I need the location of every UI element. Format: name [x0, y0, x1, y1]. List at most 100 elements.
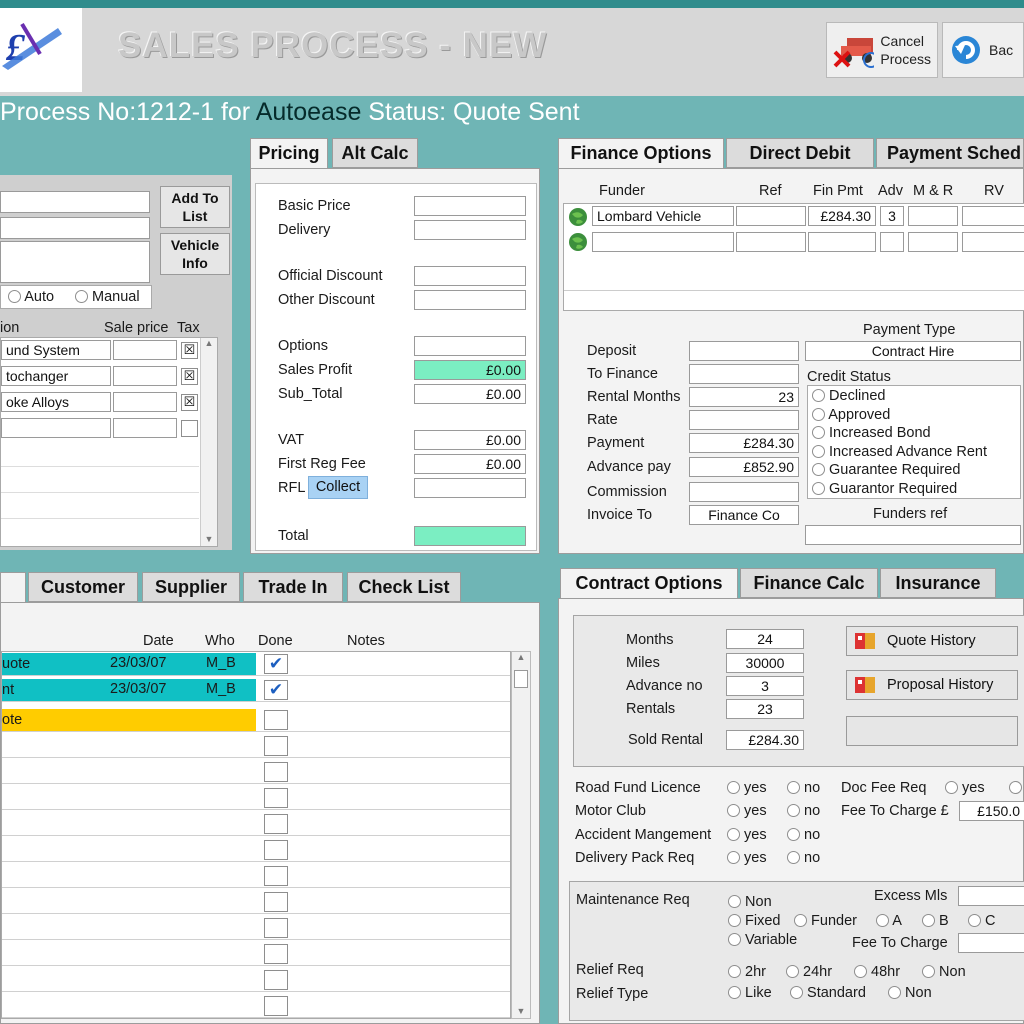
delivery-field[interactable] [414, 220, 526, 240]
credit-increased-advance-rent[interactable]: Increased Advance Rent [812, 444, 987, 460]
payment-type-field[interactable]: Contract Hire [805, 341, 1021, 361]
vehicle-field-3[interactable] [0, 241, 150, 283]
table-row[interactable]: nt 23/03/07 M_B ✔ [2, 678, 510, 702]
add-to-list-button[interactable]: Add To List [160, 186, 230, 228]
tab-alt-calc[interactable]: Alt Calc [332, 138, 418, 168]
relief-type-non-radio[interactable]: Non [888, 985, 932, 1001]
maint-fee-to-charge-field[interactable] [958, 933, 1024, 953]
radio-auto[interactable]: Auto [8, 289, 54, 305]
relief-like-radio[interactable]: Like [728, 985, 772, 1001]
relief-2hr-radio[interactable]: 2hr [728, 964, 766, 980]
task-done-checkbox[interactable] [264, 892, 288, 912]
tab-trade-in[interactable]: Trade In [243, 572, 343, 602]
tab-finance-calc[interactable]: Finance Calc [740, 568, 878, 598]
sold-rental-field[interactable]: £284.30 [726, 730, 804, 750]
motor-club-no-radio[interactable]: no [787, 803, 820, 819]
tab-finance-options[interactable]: Finance Options [558, 138, 724, 168]
rv-field-2[interactable] [962, 232, 1024, 252]
task-done-checkbox[interactable] [264, 762, 288, 782]
fin-pmt-field-2[interactable] [808, 232, 876, 252]
rental-months-field[interactable]: 23 [689, 387, 799, 407]
maint-b-radio[interactable]: B [922, 913, 949, 929]
cancel-process-button[interactable]: Cancel Process [826, 22, 938, 78]
relief-non-radio[interactable]: Non [922, 964, 966, 980]
accident-no-radio[interactable]: no [787, 827, 820, 843]
relief-24hr-radio[interactable]: 24hr [786, 964, 832, 980]
to-finance-field[interactable] [689, 364, 799, 384]
option-tax-checkbox-4[interactable] [181, 420, 198, 437]
rv-field[interactable] [962, 206, 1024, 226]
doc-fee-yes-radio[interactable]: yes [945, 780, 985, 796]
option-tax-checkbox-3[interactable]: ☒ [181, 394, 198, 411]
task-done-checkbox[interactable] [264, 710, 288, 730]
excess-mls-field[interactable] [958, 886, 1024, 906]
credit-guarantee-required[interactable]: Guarantee Required [812, 462, 960, 478]
option-tax-checkbox-2[interactable]: ☒ [181, 368, 198, 385]
maint-non-radio[interactable]: Non [728, 894, 772, 910]
rfl-no-radio[interactable]: no [787, 780, 820, 796]
task-done-checkbox[interactable]: ✔ [264, 680, 288, 700]
tab-payment-schedule[interactable]: Payment Sched [876, 138, 1024, 168]
task-done-checkbox[interactable] [264, 814, 288, 834]
table-row[interactable]: ote [2, 708, 510, 732]
funder-ref-field[interactable] [736, 206, 806, 226]
option-price-3[interactable] [113, 392, 177, 412]
option-price-1[interactable] [113, 340, 177, 360]
fin-pmt-field[interactable]: £284.30 [808, 206, 876, 226]
vehicle-info-button[interactable]: Vehicle Info [160, 233, 230, 275]
task-done-checkbox[interactable]: ✔ [264, 654, 288, 674]
funder-ref-field-2[interactable] [736, 232, 806, 252]
basic-price-field[interactable] [414, 196, 526, 216]
table-row[interactable] [2, 734, 510, 758]
scroll-down-icon[interactable]: ▼ [512, 1006, 530, 1016]
task-done-checkbox[interactable] [264, 918, 288, 938]
tab-active-partial[interactable] [0, 572, 26, 602]
table-row[interactable] [2, 968, 510, 992]
table-row[interactable] [2, 760, 510, 784]
accident-yes-radio[interactable]: yes [727, 827, 767, 843]
sub-total-field[interactable]: £0.00 [414, 384, 526, 404]
table-row[interactable] [2, 942, 510, 966]
option-name-1[interactable]: und System [1, 340, 111, 360]
table-row[interactable] [2, 994, 510, 1018]
tab-direct-debit[interactable]: Direct Debit [726, 138, 874, 168]
table-row[interactable] [2, 864, 510, 888]
rentals-field[interactable]: 23 [726, 699, 804, 719]
vehicle-field-1[interactable] [0, 191, 150, 213]
other-discount-field[interactable] [414, 290, 526, 310]
task-done-checkbox[interactable] [264, 840, 288, 860]
credit-increased-bond[interactable]: Increased Bond [812, 425, 931, 441]
mr-field[interactable] [908, 206, 958, 226]
advance-no-field[interactable]: 3 [726, 676, 804, 696]
task-done-checkbox[interactable] [264, 866, 288, 886]
maint-a-radio[interactable]: A [876, 913, 902, 929]
tab-supplier[interactable]: Supplier [142, 572, 240, 602]
credit-guarantor-required[interactable]: Guarantor Required [812, 481, 957, 497]
tab-pricing[interactable]: Pricing [250, 138, 328, 168]
maint-c-radio[interactable]: C [968, 913, 996, 929]
option-name-2[interactable]: tochanger [1, 366, 111, 386]
option-price-2[interactable] [113, 366, 177, 386]
rate-field[interactable] [689, 410, 799, 430]
payment-field[interactable]: £284.30 [689, 433, 799, 453]
tab-customer[interactable]: Customer [28, 572, 138, 602]
credit-approved[interactable]: Approved [812, 407, 890, 423]
tab-insurance[interactable]: Insurance [880, 568, 996, 598]
option-name-4[interactable] [1, 418, 111, 438]
funder-name-field-2[interactable] [592, 232, 734, 252]
task-done-checkbox[interactable] [264, 788, 288, 808]
funders-ref-field[interactable] [805, 525, 1021, 545]
options-field[interactable] [414, 336, 526, 356]
relief-48hr-radio[interactable]: 48hr [854, 964, 900, 980]
table-row[interactable] [2, 812, 510, 836]
months-field[interactable]: 24 [726, 629, 804, 649]
first-reg-fee-field[interactable]: £0.00 [414, 454, 526, 474]
relief-standard-radio[interactable]: Standard [790, 985, 866, 1001]
vehicle-field-2[interactable] [0, 217, 150, 239]
option-price-4[interactable] [113, 418, 177, 438]
tab-contract-options[interactable]: Contract Options [560, 568, 738, 598]
proposal-history-button[interactable]: Proposal History [846, 670, 1018, 700]
official-discount-field[interactable] [414, 266, 526, 286]
scroll-up-icon[interactable]: ▲ [512, 652, 530, 662]
table-row[interactable] [2, 916, 510, 940]
